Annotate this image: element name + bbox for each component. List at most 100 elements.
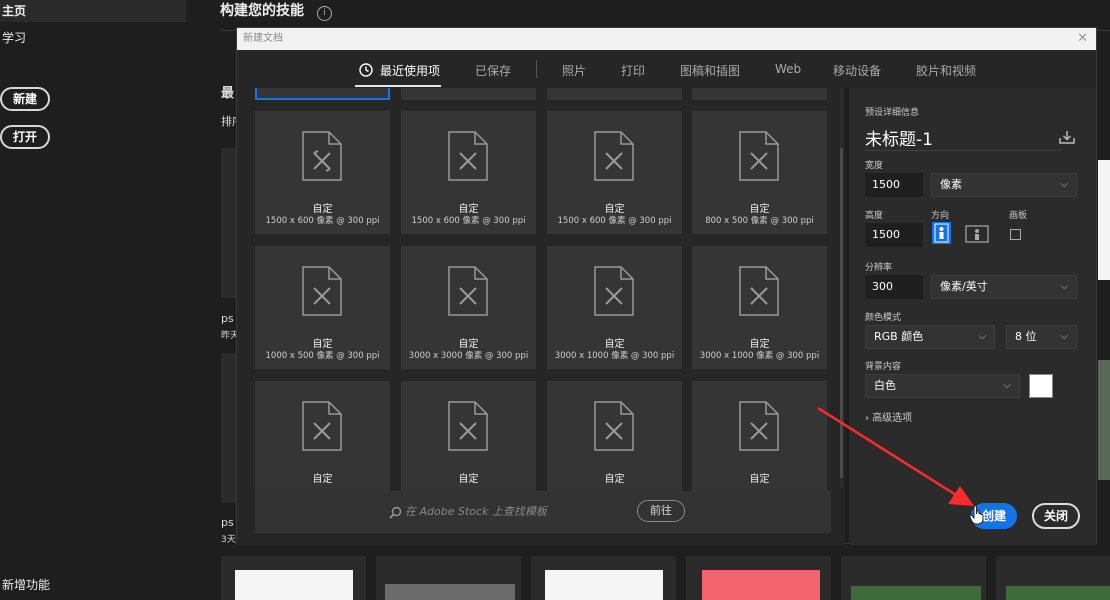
background-dropdown[interactable]: 白色 ⌵ bbox=[865, 374, 1020, 398]
recent-file-name[interactable]: ps bbox=[221, 312, 234, 325]
preset-name: 自定 bbox=[312, 204, 333, 215]
document-icon bbox=[594, 266, 634, 316]
width-label: 宽度 bbox=[865, 161, 884, 171]
recent-file-name[interactable]: ps bbox=[221, 516, 234, 529]
height-input[interactable]: 1500 bbox=[865, 223, 923, 247]
template-card[interactable] bbox=[531, 556, 676, 600]
preset-card[interactable]: 自定 bbox=[692, 381, 827, 491]
close-icon[interactable]: ✕ bbox=[1077, 28, 1088, 50]
template-card[interactable] bbox=[221, 556, 366, 600]
preset-card[interactable]: 自定 bbox=[401, 381, 536, 491]
resolution-unit-value: 像素/英寸 bbox=[940, 280, 988, 293]
recent-file-thumbnail[interactable] bbox=[1098, 360, 1110, 480]
tab-print[interactable]: 打印 bbox=[621, 62, 645, 79]
background-label: 背景内容 bbox=[865, 362, 902, 372]
preset-name: 自定 bbox=[458, 339, 479, 350]
document-icon bbox=[302, 131, 342, 181]
preset-grid: 自定 1500 x 600 像素 @ 300 ppi 自定 1500 x 600… bbox=[237, 88, 845, 545]
tab-saved[interactable]: 已保存 bbox=[475, 62, 511, 79]
new-button[interactable]: 新建 bbox=[0, 87, 50, 111]
page-title: 构建您的技能 i bbox=[220, 0, 332, 21]
preset-card[interactable]: 自定 800 x 500 像素 @ 300 ppi bbox=[692, 111, 827, 234]
search-icon bbox=[389, 504, 402, 523]
document-icon bbox=[594, 131, 634, 181]
height-label: 高度 bbox=[865, 211, 884, 221]
bit-depth-dropdown[interactable]: 8 位 ⌵ bbox=[1006, 325, 1077, 349]
tab-film-video[interactable]: 胶片和视频 bbox=[916, 62, 976, 79]
template-card[interactable] bbox=[686, 556, 831, 600]
preset-name: 自定 bbox=[749, 339, 770, 350]
preset-dimensions: 800 x 500 像素 @ 300 ppi bbox=[705, 216, 814, 226]
stock-search-input[interactable]: 在 Adobe Stock 上查找模板 bbox=[405, 503, 625, 521]
width-input[interactable]: 1500 bbox=[865, 173, 923, 197]
preset-card[interactable] bbox=[692, 88, 827, 100]
preset-dimensions: 1500 x 600 像素 @ 300 ppi bbox=[265, 216, 380, 226]
preset-card-selected[interactable] bbox=[255, 88, 390, 100]
recent-heading: 最 bbox=[221, 86, 235, 101]
active-tab-indicator bbox=[355, 85, 441, 87]
recent-file-thumbnail[interactable] bbox=[221, 148, 236, 298]
artboard-checkbox[interactable] bbox=[1010, 229, 1021, 240]
recent-file-date: 3天 bbox=[221, 535, 236, 545]
preset-card[interactable]: 自定 1500 x 600 像素 @ 300 ppi bbox=[401, 111, 536, 234]
tab-separator bbox=[536, 60, 537, 78]
sidebar-item-learn[interactable]: 学习 bbox=[0, 27, 186, 49]
document-icon bbox=[739, 131, 779, 181]
preset-card[interactable]: 自定 1500 x 600 像素 @ 300 ppi bbox=[547, 111, 682, 234]
tab-photo[interactable]: 照片 bbox=[562, 62, 586, 79]
preset-card[interactable]: 自定 3000 x 1000 像素 @ 300 ppi bbox=[547, 246, 682, 369]
template-card[interactable] bbox=[376, 556, 521, 600]
annotation-arrow bbox=[817, 406, 974, 506]
document-icon bbox=[448, 266, 488, 316]
tab-web[interactable]: Web bbox=[775, 62, 801, 76]
tab-mobile[interactable]: 移动设备 bbox=[833, 62, 881, 79]
close-button[interactable]: 关闭 bbox=[1032, 503, 1080, 529]
recent-file-thumbnail[interactable] bbox=[1098, 160, 1110, 280]
chevron-down-icon: ⌵ bbox=[1003, 380, 1011, 391]
sidebar-item-new-features[interactable]: 新增功能 bbox=[0, 574, 186, 596]
background-color-swatch[interactable] bbox=[1029, 374, 1053, 398]
tab-art-illustration[interactable]: 图稿和插图 bbox=[680, 62, 740, 79]
color-mode-value: RGB 颜色 bbox=[874, 330, 924, 343]
preset-name: 自定 bbox=[604, 204, 625, 215]
document-icon bbox=[594, 401, 634, 451]
landscape-orientation-icon[interactable] bbox=[965, 225, 989, 247]
recent-file-thumbnail[interactable] bbox=[221, 353, 236, 503]
preset-card[interactable] bbox=[401, 88, 536, 100]
preset-card[interactable]: 自定 3000 x 3000 像素 @ 300 ppi bbox=[401, 246, 536, 369]
clock-icon bbox=[359, 62, 373, 81]
save-preset-icon[interactable] bbox=[1059, 129, 1075, 148]
resolution-input[interactable]: 300 bbox=[865, 275, 923, 299]
document-icon bbox=[302, 266, 342, 316]
width-unit-dropdown[interactable]: 像素 ⌵ bbox=[931, 173, 1077, 197]
sidebar-item-home[interactable]: 主页 bbox=[0, 0, 186, 22]
template-card[interactable] bbox=[996, 556, 1110, 600]
preset-card[interactable]: 自定 1500 x 600 像素 @ 300 ppi bbox=[255, 111, 390, 234]
preset-dimensions: 1500 x 600 像素 @ 300 ppi bbox=[411, 216, 526, 226]
color-mode-label: 颜色模式 bbox=[865, 313, 902, 323]
info-icon[interactable]: i bbox=[316, 6, 332, 21]
stock-go-button[interactable]: 前往 bbox=[637, 500, 685, 522]
preset-name: 自定 bbox=[604, 474, 625, 485]
preset-card[interactable]: 自定 1000 x 500 像素 @ 300 ppi bbox=[255, 246, 390, 369]
preset-dimensions: 1500 x 600 像素 @ 300 ppi bbox=[557, 216, 672, 226]
preset-card[interactable]: 自定 bbox=[255, 381, 390, 491]
bit-depth-value: 8 位 bbox=[1015, 330, 1037, 343]
preset-card[interactable]: 自定 bbox=[547, 381, 682, 491]
page-title-text: 构建您的技能 bbox=[220, 3, 304, 19]
preset-name: 自定 bbox=[604, 339, 625, 350]
portrait-orientation-icon[interactable] bbox=[932, 222, 951, 244]
preset-dimensions: 1000 x 500 像素 @ 300 ppi bbox=[265, 351, 380, 361]
document-icon bbox=[448, 131, 488, 181]
tab-recent[interactable]: 最近使用项 bbox=[380, 62, 440, 79]
preset-card[interactable] bbox=[547, 88, 682, 100]
open-button[interactable]: 打开 bbox=[0, 125, 50, 149]
document-name-field[interactable]: 未标题-1 bbox=[865, 125, 933, 150]
resolution-unit-dropdown[interactable]: 像素/英寸 ⌵ bbox=[931, 275, 1077, 299]
color-mode-dropdown[interactable]: RGB 颜色 ⌵ bbox=[865, 325, 995, 349]
preset-card[interactable]: 自定 3000 x 1000 像素 @ 300 ppi bbox=[692, 246, 827, 369]
orientation-label: 方向 bbox=[931, 211, 950, 221]
hand-cursor-icon bbox=[969, 505, 984, 525]
details-section-label: 预设详细信息 bbox=[865, 108, 920, 118]
template-card[interactable] bbox=[841, 556, 986, 600]
